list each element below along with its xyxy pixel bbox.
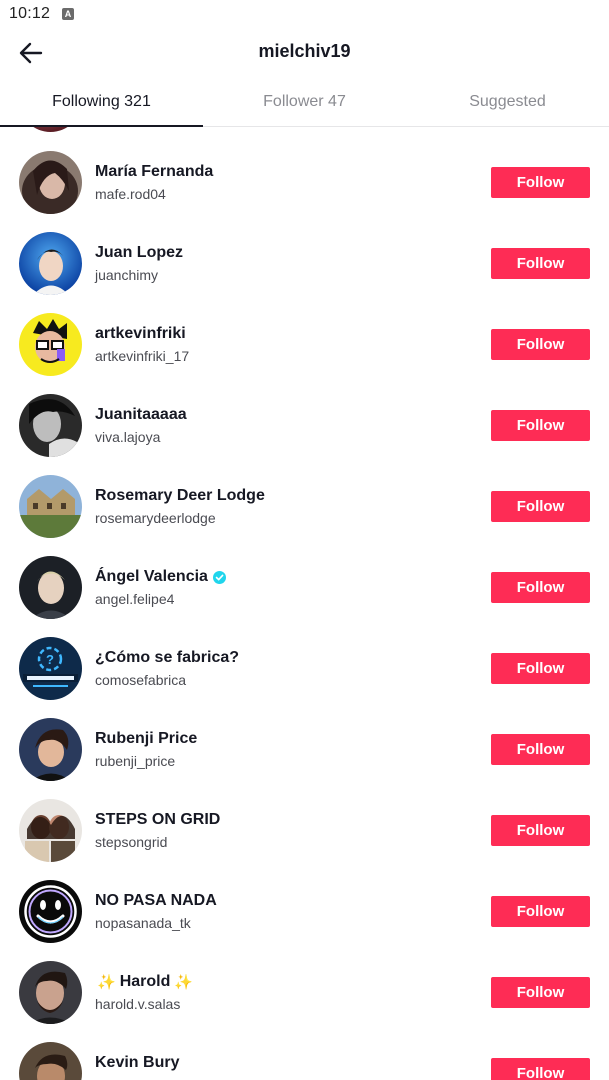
list-item[interactable]: NO PASA NADA nopasanada_tk Follow (0, 856, 609, 943)
user-name: ¿Cómo se fabrica? (95, 649, 240, 666)
tab-suggested[interactable]: Suggested (406, 76, 609, 126)
following-list[interactable]: María Fernanda mafe.rod04 Follow Juan Lo… (0, 127, 609, 1080)
list-item[interactable]: ? ¿Cómo se fabrica? comosefabrica Follow (0, 613, 609, 700)
user-name: Kevin Bury (95, 1054, 180, 1071)
user-name: STEPS ON GRID (95, 811, 221, 828)
avatar[interactable] (19, 556, 82, 619)
list-item[interactable]: Juan Lopez juanchimy Follow (0, 208, 609, 295)
tab-followers[interactable]: Follower 47 (203, 76, 406, 126)
follow-button[interactable]: Follow (491, 410, 590, 441)
follow-button[interactable]: Follow (491, 491, 590, 522)
list-item[interactable]: Juanitaaaaa viva.lajoya Follow (0, 370, 609, 457)
user-name: artkevinfriki (95, 325, 186, 342)
list-item[interactable]: Ángel Valencia angel.felipe4 Follow (0, 532, 609, 619)
follow-button[interactable]: Follow (491, 977, 590, 1008)
follow-button[interactable]: Follow (491, 248, 590, 279)
avatar[interactable] (19, 151, 82, 214)
user-handle: artkevinfriki_17 (95, 348, 190, 364)
avatar[interactable] (19, 961, 82, 1024)
user-handle: comosefabrica (95, 672, 187, 688)
follow-button[interactable]: Follow (491, 572, 590, 603)
verified-badge-icon (212, 570, 226, 584)
status-bar: 10:12 A (0, 0, 609, 28)
user-name-text: Harold (119, 973, 171, 990)
status-time: 10:12 (9, 5, 51, 22)
svg-text:?: ? (46, 652, 54, 667)
avatar[interactable] (19, 394, 82, 457)
follow-button[interactable]: Follow (491, 734, 590, 765)
tab-following[interactable]: Following 321 (0, 76, 203, 127)
notification-a-icon: A (62, 8, 75, 20)
avatar[interactable] (19, 1042, 82, 1080)
avatar[interactable]: ? (19, 637, 82, 700)
user-handle: rosemarydeerlodge (95, 510, 216, 526)
sparkle-icon: ✨ (97, 974, 116, 991)
user-name: NO PASA NADA (95, 892, 217, 909)
user-handle: harold.v.salas (95, 996, 181, 1012)
user-handle: nopasanada_tk (95, 915, 191, 931)
avatar[interactable] (19, 880, 82, 943)
user-name: Juan Lopez (95, 244, 184, 261)
user-handle: stepsongrid (95, 834, 168, 850)
follow-button[interactable]: Follow (491, 329, 590, 360)
avatar[interactable] (19, 232, 82, 295)
tab-bar: Following 321 Follower 47 Suggested (0, 76, 609, 127)
user-name: María Fernanda (95, 163, 214, 180)
user-name: Rubenji Price (95, 730, 198, 747)
user-name-text: Ángel Valencia (95, 568, 208, 585)
header: mielchiv19 (0, 28, 609, 76)
follow-button[interactable]: Follow (491, 167, 590, 198)
avatar[interactable] (19, 799, 82, 862)
user-name: ✨ Harold ✨ (95, 973, 197, 991)
avatar[interactable] (19, 313, 82, 376)
user-handle: rubenji_price (95, 753, 176, 769)
list-item[interactable]: artkevinfriki artkevinfriki_17 Follow (0, 289, 609, 376)
user-handle: mafe.rod04 (95, 186, 166, 202)
user-name: Rosemary Deer Lodge (95, 487, 265, 504)
list-item[interactable]: ✨ Harold ✨ harold.v.salas Follow (0, 937, 609, 1024)
user-handle: angel.felipe4 (95, 591, 175, 607)
user-handle: juanchimy (95, 267, 159, 283)
user-name: Juanitaaaaa (95, 406, 187, 423)
page-title: mielchiv19 (258, 41, 351, 61)
user-name: Ángel Valencia (95, 568, 226, 586)
avatar[interactable] (19, 718, 82, 781)
list-item[interactable]: STEPS ON GRID stepsongrid Follow (0, 775, 609, 862)
list-item[interactable]: María Fernanda mafe.rod04 Follow (0, 127, 609, 214)
list-item[interactable]: Rosemary Deer Lodge rosemarydeerlodge Fo… (0, 451, 609, 538)
sparkle-icon: ✨ (174, 974, 194, 991)
user-handle: viva.lajoya (95, 429, 161, 445)
follow-button[interactable]: Follow (491, 896, 590, 927)
avatar[interactable] (19, 475, 82, 538)
follow-button[interactable]: Follow (491, 1058, 590, 1080)
list-item[interactable]: Kevin Bury Follow (0, 1018, 609, 1080)
list-item[interactable]: Rubenji Price rubenji_price Follow (0, 694, 609, 781)
follow-button[interactable]: Follow (491, 815, 590, 846)
follow-button[interactable]: Follow (491, 653, 590, 684)
